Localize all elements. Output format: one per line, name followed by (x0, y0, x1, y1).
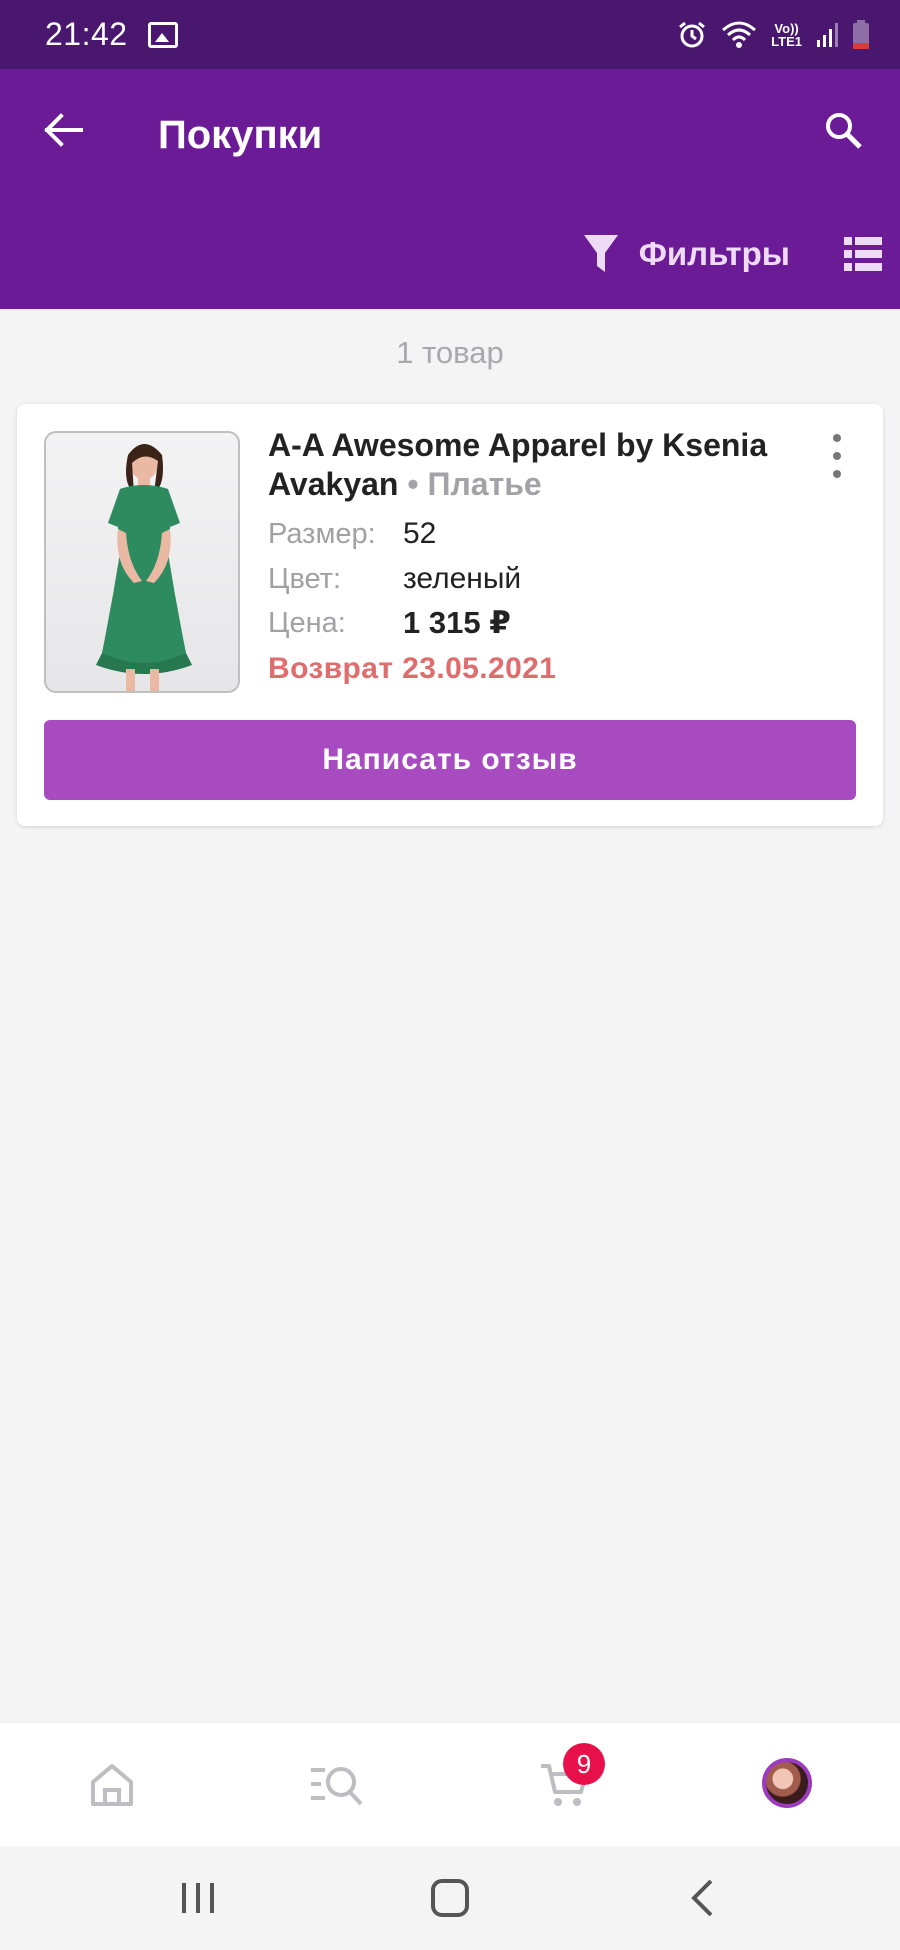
price-label: Цена: (268, 606, 346, 639)
lte-label: LTE1 (771, 33, 802, 49)
purchase-card[interactable]: A-A Awesome Apparel by Ksenia Avakyan • … (17, 404, 883, 826)
return-status: Возврат 23.05.2021 (268, 652, 557, 685)
filters-label: Фильтры (638, 235, 790, 272)
more-vert-icon (833, 434, 841, 442)
list-view-toggle[interactable] (838, 229, 888, 279)
wifi-icon (722, 21, 757, 48)
color-value: зеленый (403, 562, 522, 595)
search-icon (826, 113, 862, 149)
battery-icon (853, 19, 869, 49)
back-system-button[interactable] (672, 1872, 732, 1924)
product-title[interactable]: A-A Awesome Apparel by Ksenia Avakyan • … (268, 426, 788, 504)
color-label: Цвет: (268, 562, 342, 595)
back-button[interactable] (38, 105, 88, 155)
size-row: Размер: 52 (268, 514, 436, 554)
write-review-button[interactable]: Написать отзыв (44, 720, 856, 800)
product-image[interactable] (44, 431, 240, 693)
volte-icon: Vo)) LTE1 (771, 22, 802, 48)
back-chevron-icon (691, 1879, 713, 1917)
items-count: 1 товар (396, 335, 504, 370)
filter-icon (583, 235, 618, 272)
page-title: Покупки (158, 113, 323, 157)
recent-apps-button[interactable] (168, 1872, 228, 1924)
volte-label: Vo)) (774, 20, 799, 36)
system-navigation-bar (0, 1846, 900, 1950)
size-label: Размер: (268, 517, 376, 550)
price-row: Цена: 1 315 ₽ (268, 603, 511, 643)
home-icon (91, 1764, 133, 1806)
status-time: 21:42 (45, 16, 128, 52)
arrow-left-icon (44, 113, 83, 147)
profile-avatar[interactable] (762, 1758, 812, 1808)
home-system-button[interactable] (420, 1872, 480, 1924)
cart-badge: 9 (563, 1743, 605, 1785)
recent-apps-icon (182, 1883, 214, 1913)
status-icons: Vo)) LTE1 (677, 19, 870, 50)
filters-button[interactable]: Фильтры (583, 226, 790, 282)
list-view-icon (844, 237, 882, 271)
image-icon (147, 21, 178, 48)
price-value: 1 315 ₽ (403, 605, 511, 640)
status-bar: 21:42 Vo)) LTE1 (0, 0, 900, 69)
more-options-button[interactable] (825, 434, 849, 478)
dress-photo (96, 444, 192, 691)
alarm-icon (679, 21, 706, 47)
signal-icon (817, 22, 838, 47)
size-value: 52 (403, 517, 437, 550)
app-bar: Покупки Фильтры (0, 69, 900, 309)
home-square-icon (431, 1879, 469, 1917)
nav-catalog[interactable] (305, 1753, 369, 1817)
product-type: • Платье (407, 466, 542, 502)
color-row: Цвет: зеленый (268, 559, 521, 599)
search-button[interactable] (816, 103, 870, 157)
catalog-search-icon (311, 1767, 363, 1806)
nav-home[interactable] (80, 1753, 144, 1817)
